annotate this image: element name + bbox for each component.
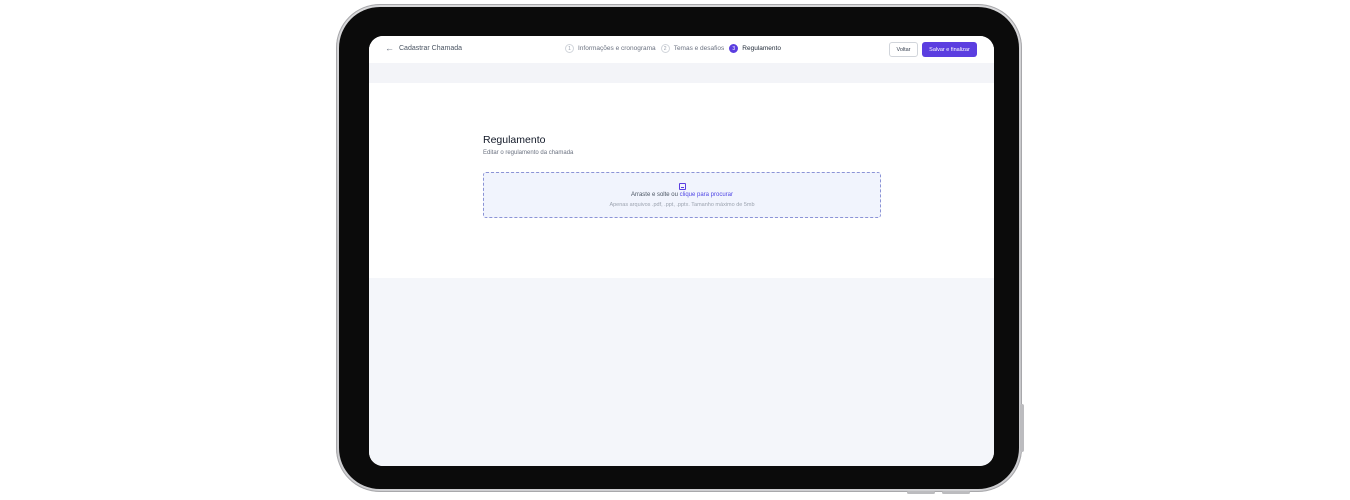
step-temas[interactable]: 2 Temas e desafios bbox=[660, 44, 725, 53]
step-label: Temas e desafios bbox=[673, 45, 725, 52]
page-subtitle: Editar o regulamento da chamada bbox=[483, 150, 574, 156]
step-label: Regulamento bbox=[742, 45, 781, 52]
app-screen: ← Cadastrar Chamada 1 Informações e cron… bbox=[369, 36, 994, 466]
dropzone-hint: Apenas arquivos .pdf, .ppt, .pptx. Taman… bbox=[609, 202, 755, 208]
tablet-bezel: ← Cadastrar Chamada 1 Informações e cron… bbox=[339, 7, 1019, 489]
regulamento-card: Regulamento Editar o regulamento da cham… bbox=[369, 83, 994, 278]
salvar-finalizar-button[interactable]: Salvar e finalizar bbox=[922, 42, 977, 57]
tablet-frame: ← Cadastrar Chamada 1 Informações e cron… bbox=[336, 4, 1022, 492]
stepper: 1 Informações e cronograma 2 Temas e des… bbox=[565, 44, 781, 53]
step-number: 2 bbox=[660, 44, 670, 53]
dropzone-text: Arraste e solte ou bbox=[630, 192, 678, 198]
arrow-left-icon[interactable]: ← bbox=[385, 44, 394, 53]
step-label: Informações e cronograma bbox=[578, 45, 656, 52]
back-label: Cadastrar Chamada bbox=[399, 45, 463, 52]
file-icon bbox=[679, 183, 686, 190]
dropzone-instruction: Arraste e solte ou clique para procurar bbox=[484, 192, 880, 198]
step-informacoes[interactable]: 1 Informações e cronograma bbox=[565, 44, 656, 53]
file-dropzone[interactable]: Arraste e solte ou clique para procurar … bbox=[483, 172, 881, 218]
empty-content-area bbox=[369, 278, 994, 466]
step-regulamento[interactable]: 3 Regulamento bbox=[729, 44, 781, 53]
volume-button bbox=[907, 491, 935, 494]
step-number: 3 bbox=[729, 44, 739, 53]
voltar-button[interactable]: Voltar bbox=[889, 42, 918, 57]
back-link[interactable]: ← Cadastrar Chamada bbox=[385, 44, 462, 53]
volume-button bbox=[942, 491, 970, 494]
side-button bbox=[1020, 404, 1024, 452]
top-header: ← Cadastrar Chamada 1 Informações e cron… bbox=[369, 36, 994, 63]
page-title: Regulamento bbox=[483, 134, 546, 146]
step-number: 1 bbox=[565, 44, 574, 53]
browse-link[interactable]: clique para procurar bbox=[680, 192, 733, 198]
sub-header-band bbox=[369, 63, 994, 83]
